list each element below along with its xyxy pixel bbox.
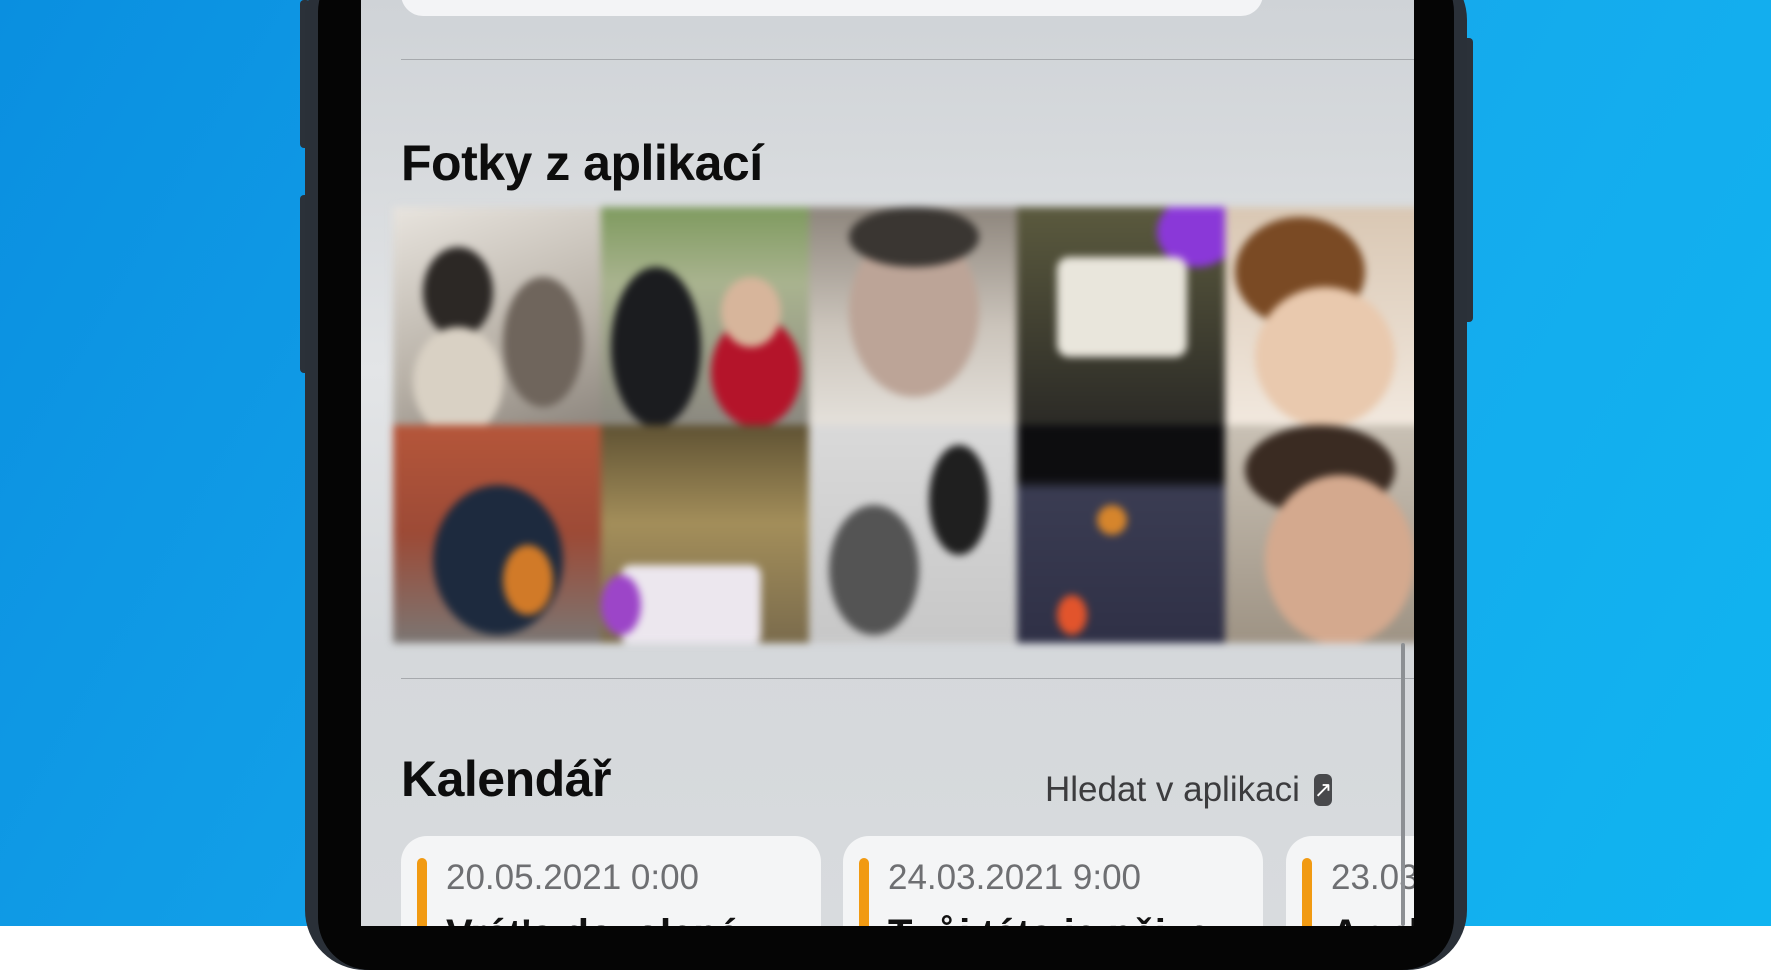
calendar-event-card[interactable]: 23.03 Appl: [1286, 836, 1414, 926]
calendar-event-card[interactable]: 20.05.2021 0:00 Vrát'a dovolená: [401, 836, 821, 926]
event-date: 20.05.2021 0:00: [446, 858, 700, 897]
search-in-app-label: Hledat v aplikaci: [1045, 770, 1300, 809]
event-color-bar: [417, 858, 427, 926]
event-color-bar: [859, 858, 869, 926]
spotlight-results-screen[interactable]: Fotky z aplikací Kalendář Hledat v aplik…: [361, 0, 1414, 926]
photo-thumbnail[interactable]: [809, 425, 1017, 643]
event-color-bar: [1302, 858, 1312, 926]
calendar-event-card[interactable]: 24.03.2021 9:00 Tvůj táta je nějve: [843, 836, 1263, 926]
photo-grid: [393, 207, 1414, 643]
photo-thumbnail[interactable]: [393, 425, 601, 643]
section-divider: [401, 59, 1414, 60]
section-divider: [401, 678, 1414, 679]
arrow-up-right-square-icon: ↗: [1313, 774, 1333, 806]
photo-thumbnail[interactable]: [1225, 425, 1414, 643]
photo-thumbnail[interactable]: [601, 425, 809, 643]
search-in-app-link[interactable]: Hledat v aplikaci ↗: [1045, 770, 1333, 810]
photo-thumbnail[interactable]: [393, 207, 601, 425]
event-date: 24.03.2021 9:00: [888, 858, 1142, 897]
photo-thumbnail[interactable]: [1017, 425, 1225, 643]
previous-result-card[interactable]: [401, 0, 1263, 16]
photo-thumbnail[interactable]: [1225, 207, 1414, 425]
photo-thumbnail[interactable]: [1017, 207, 1225, 425]
event-title: Vrát'a dovolená: [446, 912, 740, 926]
event-title: Tvůj táta je nějve: [888, 912, 1210, 926]
scroll-indicator[interactable]: [1401, 643, 1405, 926]
photos-section-title: Fotky z aplikací: [401, 135, 763, 191]
photo-thumbnail[interactable]: [809, 207, 1017, 425]
photo-thumbnail[interactable]: [601, 207, 809, 425]
calendar-section-title: Kalendář: [401, 751, 611, 807]
